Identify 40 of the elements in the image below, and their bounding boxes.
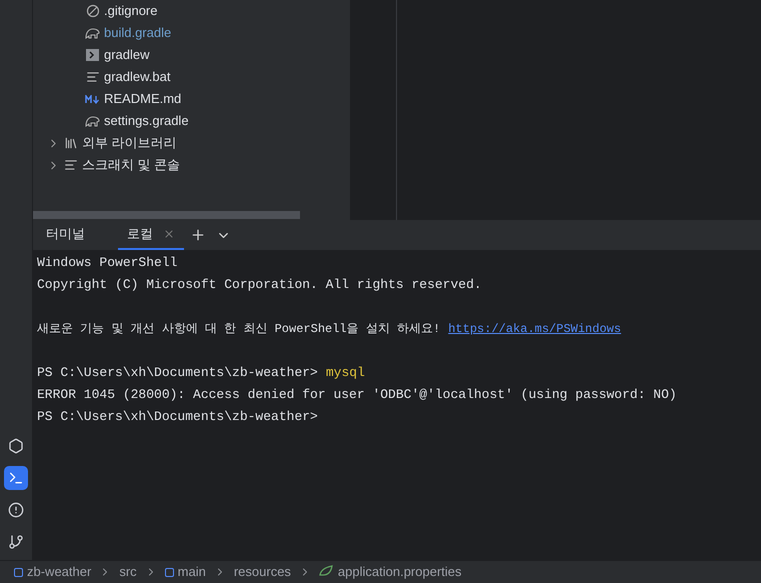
tree-item[interactable]: settings.gradle xyxy=(33,110,350,132)
breadcrumb[interactable]: resources xyxy=(234,562,291,582)
breadcrumb[interactable]: application.properties xyxy=(338,562,462,582)
terminal-line: ERROR 1045 (28000): Access denied for user 'ODBC'@'localhost' (using password: NO) xyxy=(37,386,678,404)
tool-window-button[interactable] xyxy=(4,466,28,490)
add-icon[interactable] xyxy=(190,227,206,243)
module-icon xyxy=(164,568,174,576)
module-icon xyxy=(14,568,23,576)
terminal-command: mysql xyxy=(326,364,365,382)
scratch-icon xyxy=(64,158,78,172)
breadcrumb[interactable]: src xyxy=(119,562,137,582)
run-services-icon xyxy=(8,438,24,454)
terminal-tab[interactable]: 터미널 xyxy=(37,220,94,250)
terminal-icon xyxy=(8,470,24,486)
ignore-file-icon xyxy=(86,4,100,18)
breadcrumb[interactable]: main xyxy=(178,562,206,582)
tree-item[interactable]: gradlew.bat xyxy=(33,66,350,88)
tree-item[interactable]: 외부 라이브러리 xyxy=(33,132,350,154)
terminal-line: Windows PowerShell xyxy=(37,254,178,272)
terminal-line: Copyright (C) Microsoft Corporation. All rights reserved. xyxy=(37,276,483,294)
breadcrumb[interactable]: zb-weather xyxy=(27,562,92,582)
terminal-prompt: PS C:\Users\xh\Documents\zb-weather> xyxy=(37,408,318,426)
markdown-icon xyxy=(85,94,100,104)
tree-item[interactable]: 스크래치 및 콘솔 xyxy=(33,154,350,176)
tree-item[interactable]: gradlew xyxy=(33,44,350,66)
elephant-icon xyxy=(85,115,100,127)
text-file-icon xyxy=(86,70,100,84)
git-branch-icon xyxy=(8,534,24,550)
elephant-icon xyxy=(85,27,100,39)
tree-item[interactable]: .gitignore xyxy=(33,0,350,22)
terminal-prompt: PS C:\Users\xh\Documents\zb-weather> xyxy=(37,364,318,382)
tree-item[interactable]: README.md xyxy=(33,88,350,110)
tree-item[interactable]: build.gradle xyxy=(33,22,350,44)
library-icon xyxy=(64,136,78,150)
terminal-line: 새로운 기능 및 개선 사항에 대 한 최신 PowerShell을 설치 하세요! xyxy=(37,321,440,338)
shell-script-icon xyxy=(86,49,99,61)
terminal-link[interactable]: https://aka.ms/PSWindows xyxy=(448,318,622,340)
problems-icon xyxy=(8,502,24,518)
horizontal-scrollbar[interactable] xyxy=(33,211,300,219)
close-icon[interactable] xyxy=(163,228,175,240)
